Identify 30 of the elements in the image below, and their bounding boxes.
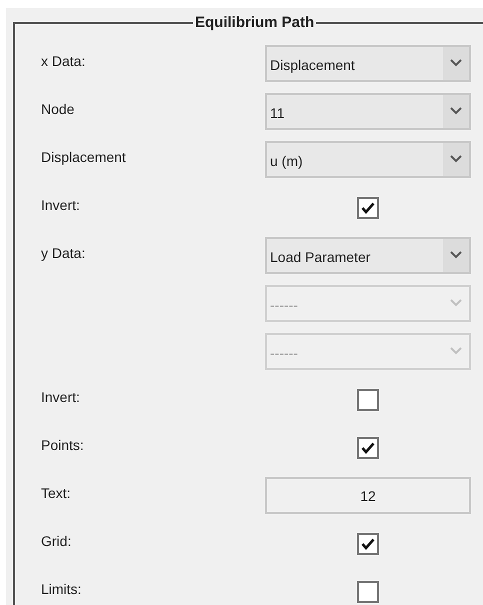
dropdown[interactable]: u (m) xyxy=(265,140,471,178)
field-label: Invert: xyxy=(41,196,80,212)
field-label: Node xyxy=(41,100,74,116)
checkbox[interactable] xyxy=(357,436,379,458)
field-label: Displacement xyxy=(41,148,126,164)
checkbox[interactable] xyxy=(357,196,379,218)
dropdown[interactable]: Displacement xyxy=(265,44,471,82)
field-label: Text: xyxy=(41,484,71,500)
checkmark-icon xyxy=(361,442,375,454)
checkmark-icon xyxy=(361,202,375,214)
checkbox[interactable] xyxy=(357,580,379,602)
checkbox[interactable] xyxy=(357,388,379,410)
chevron-down-icon xyxy=(450,299,462,307)
chevron-down-icon xyxy=(450,155,462,163)
chevron-down-icon xyxy=(450,59,462,67)
chevron-down-icon xyxy=(450,107,462,115)
checkbox[interactable] xyxy=(357,532,379,554)
field-label: Limits: xyxy=(41,580,82,596)
dropdown[interactable]: Load Parameter xyxy=(265,236,471,274)
dropdown[interactable]: 11 xyxy=(265,92,471,130)
field-label: Grid: xyxy=(41,532,72,548)
field-label: x Data: xyxy=(41,52,86,68)
panel-title: Equilibrium Path xyxy=(194,13,316,33)
field-label: Invert: xyxy=(41,388,80,404)
chevron-down-icon xyxy=(450,251,462,259)
checkmark-icon xyxy=(361,538,375,550)
text-field[interactable]: 12 xyxy=(265,476,471,514)
field-label: y Data: xyxy=(41,244,86,260)
chevron-down-icon xyxy=(450,347,462,355)
field-label: Points: xyxy=(41,436,84,452)
